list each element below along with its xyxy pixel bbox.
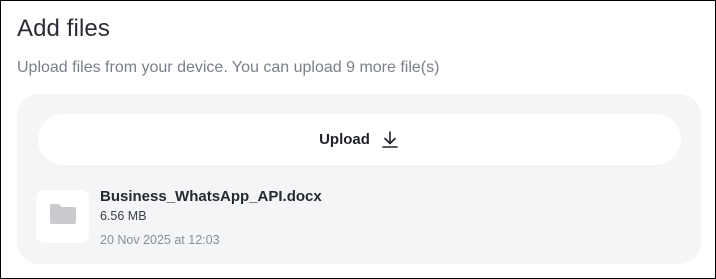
files-panel: Upload Business_WhatsApp_API.docx 6.56 M…: [17, 94, 701, 264]
upload-button-label: Upload: [319, 131, 370, 148]
upload-button[interactable]: Upload: [38, 114, 681, 165]
file-list-item[interactable]: Business_WhatsApp_API.docx 6.56 MB 20 No…: [36, 188, 676, 250]
dialog-subtitle: Upload files from your device. You can u…: [17, 59, 440, 76]
dialog-title: Add files: [17, 15, 110, 42]
add-files-dialog: Add files Upload files from your device.…: [0, 0, 716, 279]
download-arrow-icon: [380, 130, 400, 150]
file-thumbnail: [36, 190, 89, 243]
file-name: Business_WhatsApp_API.docx: [100, 188, 322, 205]
folder-icon: [49, 203, 77, 230]
file-size: 6.56 MB: [100, 209, 147, 223]
file-date: 20 Nov 2025 at 12:03: [100, 233, 220, 247]
